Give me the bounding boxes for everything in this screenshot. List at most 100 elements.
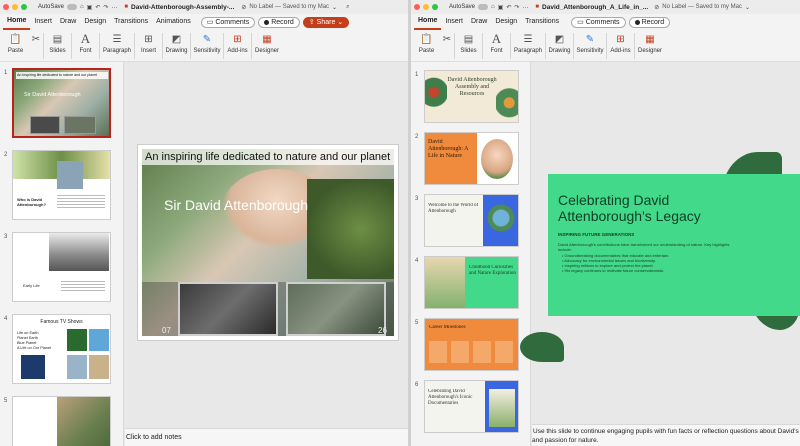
paste-label: Paste — [7, 48, 24, 54]
home-icon[interactable]: ⌂ — [491, 4, 495, 10]
insert-button[interactable]: ⊞ Insert — [135, 30, 162, 55]
add-ins-button[interactable]: ⊞ Add-ins — [224, 30, 251, 55]
slide-header[interactable]: An inspiring life dedicated to nature an… — [142, 149, 394, 165]
slide-thumbnail-3[interactable]: Welcome to the World of Attenborough — [424, 194, 519, 247]
font-button[interactable]: A Font — [72, 30, 99, 54]
slide-thumbnails-pane[interactable]: 1 An inspiring life dedicated to nature … — [0, 62, 124, 446]
zoom-window-button[interactable] — [432, 4, 438, 10]
inset-photo-left[interactable] — [178, 282, 278, 336]
slide-number: 1 — [415, 72, 419, 78]
slide-number: 4 — [4, 316, 8, 322]
add-ins-button[interactable]: ⊞ Add-ins — [607, 30, 634, 55]
autosave-toggle[interactable] — [67, 4, 78, 10]
undo-icon[interactable]: ↶ — [506, 4, 511, 11]
record-button[interactable]: Record — [258, 16, 300, 28]
slide-number-right: 26 — [378, 326, 387, 335]
clipboard-tools[interactable]: ✂ — [440, 30, 454, 46]
minimize-window-button[interactable] — [423, 4, 429, 10]
chevron-down-icon[interactable]: ⌄ — [332, 4, 337, 11]
tab-home[interactable]: Home — [3, 14, 31, 30]
slide-thumbnails-pane[interactable]: 1 David Attenborough Assembly and Resour… — [411, 62, 531, 446]
zoom-window-button[interactable] — [21, 4, 27, 10]
slide-thumbnail-2[interactable]: Who is David Attenborough? — [12, 150, 111, 220]
slides-button[interactable]: ▤ Slides — [44, 30, 71, 55]
save-icon[interactable]: ▣ — [87, 4, 93, 11]
undo-icon[interactable]: ↶ — [95, 4, 100, 11]
document-title[interactable]: David-Attenborough-Assembly-... — [131, 4, 234, 11]
slide-thumbnail-5[interactable] — [12, 396, 111, 446]
slides-button[interactable]: ▤ Slides — [455, 30, 482, 55]
save-icon[interactable]: ▣ — [498, 4, 504, 11]
tab-insert[interactable]: Insert — [30, 14, 56, 30]
designer-button[interactable]: ▦ Designer — [635, 30, 665, 55]
share-button[interactable]: ⇪ Share ⌄ — [302, 16, 350, 28]
slide-thumbnail-4[interactable]: Childhood Curiosities and Nature Explora… — [424, 256, 519, 309]
slide-intro[interactable]: David Attenborough's contributions have … — [558, 242, 738, 252]
slide-thumbnail-4[interactable]: Famous TV Shows Life on Earth Planet Ear… — [12, 314, 111, 384]
notes-pane[interactable]: Click to add notes — [125, 428, 408, 446]
designer-label: Designer — [637, 48, 662, 54]
record-button[interactable]: Record — [628, 16, 671, 28]
slide-editor[interactable]: Celebrating David Attenborough's Legacy … — [520, 62, 800, 428]
inset-photo-right[interactable] — [286, 282, 386, 336]
comments-button[interactable]: ▭ Comments — [571, 16, 626, 28]
more-icon[interactable]: … — [111, 4, 117, 10]
label-status[interactable]: No Label — Saved to my Mac — [662, 4, 742, 10]
comments-button[interactable]: ▭ Comments — [200, 16, 256, 28]
slide-thumbnail-6[interactable]: Celebrating David Attenborough's Iconic … — [424, 380, 519, 433]
slide-editor[interactable]: An inspiring life dedicated to nature an… — [125, 62, 408, 428]
tab-insert[interactable]: Insert — [441, 14, 467, 30]
close-window-button[interactable] — [414, 4, 420, 10]
thumbnail-header: An inspiring life dedicated to nature an… — [16, 72, 108, 79]
slide-thumbnail-1[interactable]: An inspiring life dedicated to nature an… — [12, 68, 111, 138]
tab-home[interactable]: Home — [414, 14, 442, 30]
paste-button[interactable]: 📋 Paste — [2, 30, 29, 55]
drawing-button[interactable]: ◩ Drawing — [546, 30, 573, 55]
drawing-label: Drawing — [548, 48, 571, 54]
slide-bullets[interactable]: • Groundbreaking documentaries that educ… — [562, 253, 742, 273]
tab-design[interactable]: Design — [491, 14, 521, 30]
slide-title[interactable]: Celebrating David Attenborough's Legacy — [558, 192, 728, 224]
slide-thumbnail-2[interactable]: David Attenborough: A Life in Nature — [424, 132, 519, 185]
thumbnail-heading: Famous TV Shows — [40, 319, 83, 325]
redo-icon[interactable]: ↷ — [103, 4, 108, 11]
font-button[interactable]: A Font — [483, 30, 510, 54]
thumbnail-heading: Who is David Attenborough? — [17, 197, 46, 207]
home-icon[interactable]: ⌂ — [80, 4, 84, 10]
thumbnail-text-lines — [61, 279, 105, 291]
sensitivity-button[interactable]: ✎ Sensitivity — [574, 30, 606, 55]
close-window-button[interactable] — [3, 4, 9, 10]
drawing-button[interactable]: ◩ Drawing — [163, 30, 190, 55]
paste-button[interactable]: 📋 Paste — [413, 30, 440, 55]
slide-thumbnail-1[interactable]: David Attenborough Assembly and Resource… — [424, 70, 519, 123]
slide-subtitle[interactable]: INSPIRING FUTURE GENERATIONS — [558, 232, 634, 237]
notes-pane[interactable]: Use this slide to continue engaging pupi… — [532, 424, 800, 446]
paragraph-button[interactable]: ☰ Paragraph — [511, 30, 545, 55]
designer-button[interactable]: ▦ Designer — [252, 30, 282, 55]
tab-draw[interactable]: Draw — [56, 14, 80, 30]
current-slide[interactable]: Celebrating David Attenborough's Legacy … — [548, 174, 800, 316]
chevron-down-icon[interactable]: ⌄ — [745, 4, 750, 11]
slide-thumbnail-3[interactable]: Early Life — [12, 232, 111, 302]
slide-thumbnail-5[interactable]: Career Milestones — [424, 318, 519, 371]
minimize-window-button[interactable] — [12, 4, 18, 10]
tab-draw[interactable]: Draw — [467, 14, 491, 30]
document-title[interactable]: David_Attenborough_A_Life_in_... — [542, 4, 648, 11]
autosave-toggle[interactable] — [478, 4, 489, 10]
sensitivity-button[interactable]: ✎ Sensitivity — [191, 30, 223, 55]
tab-animations[interactable]: Animations — [152, 14, 195, 30]
tab-transitions[interactable]: Transitions — [521, 14, 563, 30]
redo-icon[interactable]: ↷ — [514, 4, 519, 11]
paragraph-button[interactable]: ☰ Paragraph — [100, 30, 134, 55]
paragraph-icon: ☰ — [523, 33, 533, 45]
clipboard-icon: 📋 — [9, 33, 22, 45]
current-slide[interactable]: An inspiring life dedicated to nature an… — [137, 144, 399, 341]
slide-title[interactable]: Sir David Attenborough — [164, 197, 308, 213]
tab-design[interactable]: Design — [80, 14, 110, 30]
search-icon[interactable]: ⌕ — [346, 4, 349, 11]
more-icon[interactable]: … — [522, 4, 528, 10]
tab-transitions[interactable]: Transitions — [110, 14, 152, 30]
label-status[interactable]: No Label — Saved to my Mac — [249, 4, 329, 10]
bullet-item: A Life on Our Planet — [17, 346, 51, 350]
clipboard-tools[interactable]: ✂ — [29, 30, 43, 46]
